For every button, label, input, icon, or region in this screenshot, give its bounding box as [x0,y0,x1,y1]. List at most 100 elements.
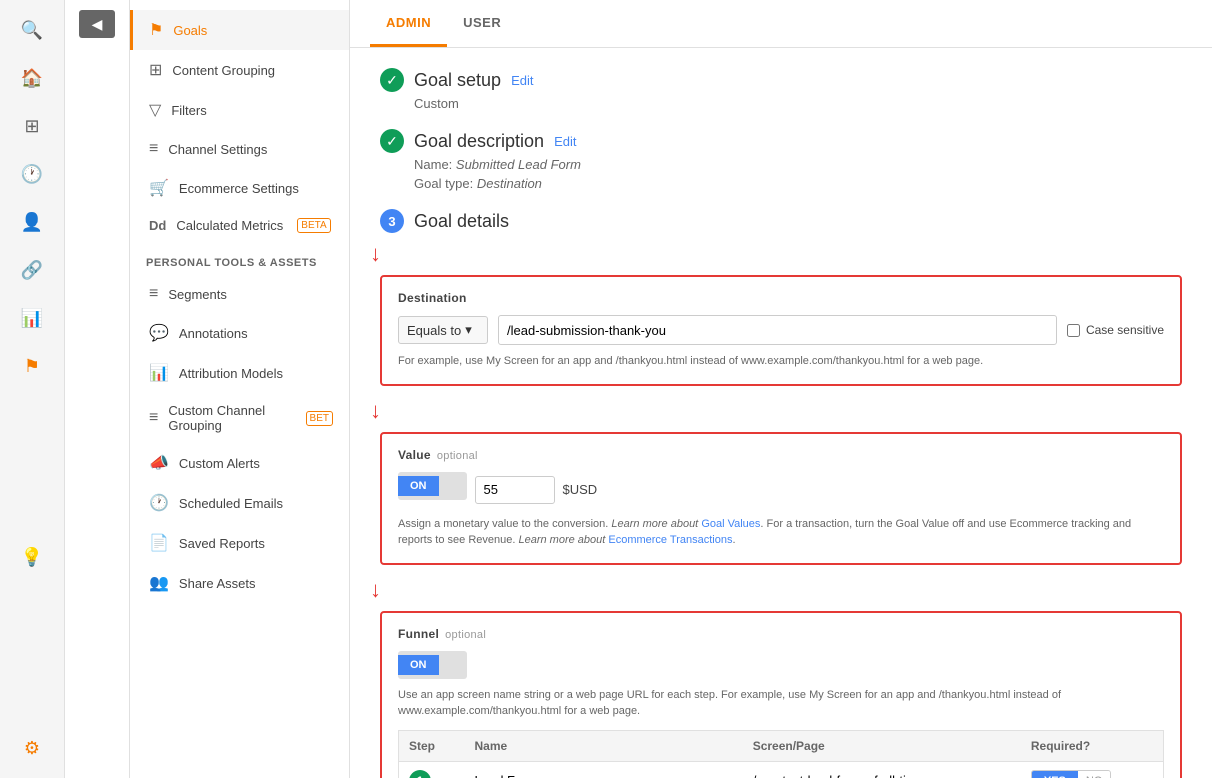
sidebar-item-saved-reports[interactable]: 📄 Saved Reports [130,523,349,563]
destination-url-input[interactable] [498,315,1057,345]
sidebar-item-custom-alerts[interactable]: 📣 Custom Alerts [130,443,349,483]
search-icon[interactable]: 🔍 [12,10,52,50]
attribution-icon: 📊 [149,363,169,383]
funnel-name-input[interactable] [475,771,720,778]
goal-description-edit[interactable]: Edit [554,134,576,149]
sidebar-item-goals[interactable]: ⚑ Goals [130,10,349,50]
tab-admin[interactable]: ADMIN [370,1,447,47]
share-assets-icon: 👥 [149,573,169,593]
goal-type-value: Destination [477,176,542,191]
sidebar-label-ecommerce: Ecommerce Settings [179,181,299,196]
goal-details-section: 3 Goal details ↓ Destination Equals to ▾… [380,209,1182,778]
funnel-name-cell [465,761,743,778]
funnel-toggle-on[interactable]: ON [398,655,439,675]
sidebar-label-channel-settings: Channel Settings [168,142,267,157]
sidebar-item-custom-channel-grouping[interactable]: ≡ Custom Channel Grouping BET [130,393,349,443]
content-area: ✓ Goal setup Edit Custom ✓ Goal descript… [350,48,1212,778]
funnel-page-input[interactable] [753,771,998,778]
value-box: Valueoptional ON $USD Assign a monetary … [380,432,1182,565]
check-icon-2: ✓ [380,129,404,153]
goal-values-link[interactable]: Goal Values [701,518,760,530]
goal-setup-header: ✓ Goal setup Edit [380,68,1182,92]
equals-to-select[interactable]: Equals to ▾ [398,316,488,344]
person-icon[interactable]: 👤 [12,202,52,242]
value-toggle-on[interactable]: ON [398,476,439,496]
sidebar-item-content-grouping[interactable]: ⊞ Content Grouping [130,50,349,90]
sidebar-item-attribution-models[interactable]: 📊 Attribution Models [130,353,349,393]
case-sensitive-checkbox[interactable] [1067,324,1080,337]
destination-box: Destination Equals to ▾ Case sensitive F… [380,275,1182,386]
value-toggle-off[interactable] [439,482,467,490]
personal-tools-label: PERSONAL TOOLS & ASSETS [130,243,349,275]
currency-label: $USD [563,482,598,497]
yes-btn[interactable]: YES [1032,771,1078,778]
funnel-col-name: Name [465,730,743,761]
goal-details-header: 3 Goal details [380,209,1182,233]
sidebar-item-share-assets[interactable]: 👥 Share Assets [130,563,349,603]
main-content: ADMIN USER ✓ Goal setup Edit Custom ✓ Go… [350,0,1212,778]
destination-label: Destination [398,291,1164,305]
case-sensitive-label: Case sensitive [1086,323,1164,337]
sidebar-item-ecommerce-settings[interactable]: 🛒 Ecommerce Settings [130,168,349,208]
icon-bar: 🔍 🏠 ⊞ 🕐 👤 🔗 📊 ⚑ 💡 ⚙ [0,0,65,778]
chart-icon[interactable]: 📊 [12,298,52,338]
sidebar-item-calculated-metrics[interactable]: Dd Calculated Metrics BETA [130,208,349,243]
funnel-optional: optional [445,629,486,641]
goal-name-sub: Name: Submitted Lead Form [414,157,1182,172]
goal-setup-section: ✓ Goal setup Edit Custom [380,68,1182,111]
custom-channel-icon: ≡ [149,409,158,427]
back-button[interactable]: ◀ [79,10,115,38]
bet-badge: BET [306,411,333,426]
funnel-col-step: Step [399,730,465,761]
equals-to-chevron: ▾ [465,322,472,338]
sidebar-item-annotations[interactable]: 💬 Annotations [130,313,349,353]
top-tabs: ADMIN USER [350,0,1212,48]
value-amount-input[interactable] [475,476,555,504]
sidebar-label-scheduled-emails: Scheduled Emails [179,496,283,511]
clock-icon[interactable]: 🕐 [12,154,52,194]
funnel-step-cell: 1 [399,761,465,778]
flag-icon[interactable]: ⚑ [12,346,52,386]
value-optional: optional [437,450,478,462]
channel-settings-icon: ≡ [149,140,158,158]
funnel-col-page: Screen/Page [743,730,1021,761]
home-icon[interactable]: 🏠 [12,58,52,98]
value-label: Valueoptional [398,448,1164,462]
saved-reports-icon: 📄 [149,533,169,553]
yes-no-toggle[interactable]: YES NO [1031,770,1111,778]
sidebar-label-share-assets: Share Assets [179,576,256,591]
no-btn[interactable]: NO [1078,771,1111,778]
sidebar-item-scheduled-emails[interactable]: 🕐 Scheduled Emails [130,483,349,523]
sidebar-label-goals: Goals [173,23,207,38]
check-icon-1: ✓ [380,68,404,92]
funnel-toggle[interactable]: ON [398,651,467,679]
funnel-toggle-off[interactable] [439,661,467,669]
dashboard-icon[interactable]: ⊞ [12,106,52,146]
tab-user[interactable]: USER [447,1,517,47]
goal-setup-sub: Custom [414,96,1182,111]
sidebar-item-filters[interactable]: ▽ Filters [130,90,349,130]
destination-hint: For example, use My Screen for an app an… [398,353,1164,370]
goal-description-header: ✓ Goal description Edit [380,129,1182,153]
link-icon[interactable]: 🔗 [12,250,52,290]
annotations-icon: 💬 [149,323,169,343]
beta-badge-calculated: BETA [297,218,330,233]
value-toggle[interactable]: ON [398,472,467,500]
ecommerce-transactions-link[interactable]: Ecommerce Transactions [608,534,732,546]
sidebar-item-channel-settings[interactable]: ≡ Channel Settings [130,130,349,168]
funnel-label: Funneloptional [398,627,1164,641]
destination-row: Equals to ▾ Case sensitive [398,315,1164,345]
goal-setup-edit[interactable]: Edit [511,73,533,88]
ecommerce-icon: 🛒 [149,178,169,198]
sidebar-label-attribution: Attribution Models [179,366,283,381]
value-hint: Assign a monetary value to the conversio… [398,516,1164,549]
equals-to-label: Equals to [407,323,461,338]
gear-icon[interactable]: ⚙ [12,728,52,768]
custom-alerts-icon: 📣 [149,453,169,473]
segments-icon: ≡ [149,285,158,303]
sidebar-item-segments[interactable]: ≡ Segments [130,275,349,313]
sidebar-label-content-grouping: Content Grouping [172,63,275,78]
case-sensitive-row: Case sensitive [1067,323,1164,337]
bulb-icon[interactable]: 💡 [12,537,52,577]
goal-setup-title: Goal setup [414,70,501,91]
